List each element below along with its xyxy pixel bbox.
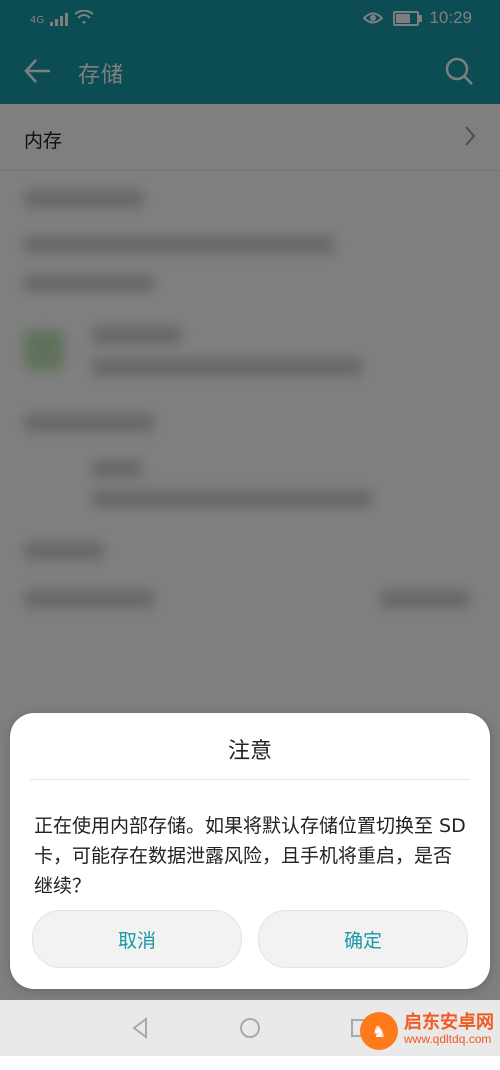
dialog-message: 正在使用内部存储。如果将默认存储位置切换至 SD 卡，可能存在数据泄露风险，且手…: [34, 815, 466, 897]
confirm-button[interactable]: 确定: [258, 910, 468, 968]
watermark-text: 启东安卓网 www.qdltdq.com: [404, 1012, 494, 1047]
nav-back-icon[interactable]: [128, 1016, 152, 1040]
nav-home-icon[interactable]: [238, 1016, 262, 1040]
watermark: ♞ 启东安卓网 www.qdltdq.com: [360, 1012, 494, 1050]
cancel-button[interactable]: 取消: [32, 910, 242, 968]
watermark-url: www.qdltdq.com: [404, 1032, 492, 1046]
dialog-title: 注意: [227, 739, 272, 764]
watermark-logo-icon: ♞: [360, 1012, 398, 1050]
confirm-dialog: 注意 正在使用内部存储。如果将默认存储位置切换至 SD 卡，可能存在数据泄露风险…: [10, 713, 490, 989]
dialog-divider: [30, 779, 470, 780]
watermark-name: 启东安卓网: [404, 1012, 494, 1033]
